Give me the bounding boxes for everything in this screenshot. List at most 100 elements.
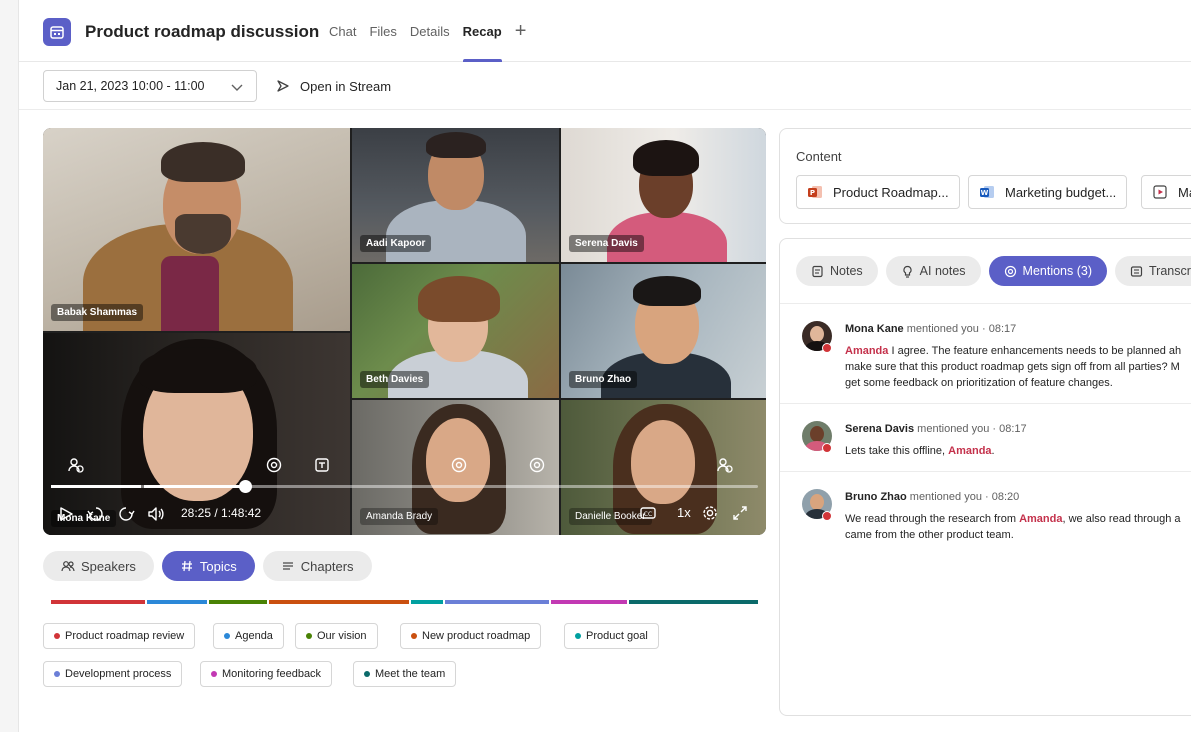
mention-text-line: .	[991, 445, 995, 457]
topic-label: Product goal	[586, 630, 648, 642]
topic-chip[interactable]: Agenda	[213, 623, 284, 649]
ai-notes-tab[interactable]: AI notes	[885, 256, 981, 286]
participant-tile: Beth Davies	[352, 264, 559, 398]
timeline-segment[interactable]	[445, 600, 549, 604]
topics-filter-label: Topics	[199, 558, 237, 574]
recording-player[interactable]: Babak Shammas Aadi Kapoor Serena Davis B…	[43, 128, 766, 535]
timeline-segment[interactable]	[51, 600, 145, 604]
mention-marker-icon[interactable]	[265, 456, 283, 474]
captions-icon[interactable]: CC	[639, 504, 657, 522]
file-chip[interactable]: W Marketing budget...	[968, 175, 1128, 209]
timeline-segment[interactable]	[269, 600, 409, 604]
timeline-segment[interactable]	[551, 600, 627, 604]
topic-dot	[364, 671, 370, 677]
speaker-marker-icon[interactable]	[67, 456, 85, 474]
speakers-filter-button[interactable]: Speakers	[43, 551, 154, 581]
caption-marker-icon[interactable]	[313, 456, 331, 474]
chapters-filter-label: Chapters	[300, 558, 354, 574]
seek-thumb[interactable]	[239, 480, 252, 493]
chevron-down-icon	[231, 84, 243, 91]
play-icon[interactable]	[57, 505, 75, 523]
meeting-tabs: Chat Files Details Recap +	[329, 0, 526, 62]
add-tab-button[interactable]: +	[515, 0, 527, 62]
participant-name: Babak Shammas	[51, 304, 144, 321]
svg-text:P: P	[810, 189, 815, 197]
participant-name: Serena Davis	[569, 235, 644, 252]
mention-badge-icon	[822, 343, 832, 353]
topic-chip[interactable]: Meet the team	[353, 661, 457, 687]
topic-chip[interactable]: Development process	[43, 661, 183, 687]
settings-gear-icon[interactable]	[701, 504, 719, 522]
tab-chat[interactable]: Chat	[329, 0, 356, 62]
people-icon	[61, 561, 75, 572]
tab-files[interactable]: Files	[369, 0, 396, 62]
content-panel: Content P Product Roadmap... W Marketing…	[779, 128, 1191, 224]
file-chip[interactable]: Ma	[1141, 175, 1191, 209]
timeline-segment[interactable]	[147, 600, 207, 604]
mention-time: 08:17	[999, 423, 1027, 435]
participant-name: Amanda Brady	[360, 508, 439, 525]
mentions-tab[interactable]: Mentions (3)	[988, 256, 1108, 286]
topic-label: Development process	[65, 668, 172, 680]
mention-marker-icon[interactable]	[450, 456, 468, 474]
topic-chip[interactable]: Our vision	[295, 623, 378, 649]
topic-timeline[interactable]	[51, 600, 758, 604]
date-range-dropdown[interactable]: Jan 21, 2023 10:00 - 11:00	[43, 70, 257, 102]
tab-details[interactable]: Details	[410, 0, 450, 62]
rewind-10-icon[interactable]	[87, 505, 105, 523]
divider	[780, 303, 1191, 304]
mention-marker-icon[interactable]	[528, 456, 546, 474]
speaker-marker-icon[interactable]	[716, 456, 734, 474]
svg-text:CC: CC	[644, 511, 652, 518]
topics-filter-button[interactable]: Topics	[161, 551, 255, 581]
mention-text-line: came from the other product team.	[845, 529, 1014, 541]
mention-author: Bruno Zhao	[845, 491, 907, 503]
file-name: Marketing budget...	[1005, 184, 1117, 200]
playback-speed-button[interactable]: 1x	[677, 505, 691, 520]
mention-header: Mona Kane mentioned you · 08:17	[845, 323, 1017, 335]
word-icon: W	[980, 186, 994, 198]
seek-bar[interactable]	[51, 485, 758, 488]
mention-tag[interactable]: Amanda	[845, 345, 888, 357]
progress-fill	[51, 485, 141, 488]
mention-tag[interactable]: Amanda	[948, 445, 991, 457]
topic-label: Agenda	[235, 630, 273, 642]
ai-notes-icon	[903, 265, 912, 278]
forward-10-icon[interactable]	[117, 505, 135, 523]
notes-icon	[812, 265, 823, 277]
file-name: Ma	[1178, 184, 1191, 200]
tab-recap[interactable]: Recap	[462, 0, 502, 62]
topic-chip[interactable]: Product goal	[564, 623, 659, 649]
fullscreen-icon[interactable]	[731, 504, 749, 522]
timeline-segment[interactable]	[629, 600, 758, 604]
speakers-filter-label: Speakers	[81, 558, 136, 574]
topic-chip[interactable]: Product roadmap review	[43, 623, 196, 649]
mention-text-line: , we also read through a	[1062, 513, 1181, 525]
progress-fill	[144, 485, 247, 488]
volume-icon[interactable]	[147, 505, 165, 523]
divider	[780, 471, 1191, 472]
timeline-segment[interactable]	[411, 600, 443, 604]
notes-tab[interactable]: Notes	[796, 256, 878, 286]
participant-tile: Babak Shammas	[43, 128, 350, 331]
topic-chip[interactable]: New product roadmap	[400, 623, 542, 649]
participant-name: Beth Davies	[360, 371, 430, 388]
notes-tab-label: Notes	[830, 264, 863, 278]
open-in-stream-button[interactable]: Open in Stream	[275, 70, 391, 102]
chapters-filter-button[interactable]: Chapters	[262, 551, 372, 581]
timeline-segment[interactable]	[209, 600, 267, 604]
topic-dot	[211, 671, 217, 677]
mention-item[interactable]: Bruno Zhao mentioned you · 08:20 We read…	[780, 487, 1191, 547]
mention-tag[interactable]: Amanda	[1019, 513, 1062, 525]
topic-chip[interactable]: Monitoring feedback	[200, 661, 333, 687]
mention-action: mentioned you	[909, 491, 982, 503]
topic-dot	[575, 633, 581, 639]
mention-item[interactable]: Mona Kane mentioned you · 08:17 Amanda I…	[780, 319, 1191, 395]
at-icon	[1004, 265, 1016, 277]
recap-toolbar: Jan 21, 2023 10:00 - 11:00 Open in Strea…	[19, 62, 1191, 110]
mention-item[interactable]: Serena Davis mentioned you · 08:17 Lets …	[780, 419, 1191, 463]
powerpoint-icon: P	[808, 186, 822, 198]
transcript-tab[interactable]: Transcr	[1115, 256, 1191, 286]
list-icon	[282, 562, 293, 570]
file-chip[interactable]: P Product Roadmap...	[796, 175, 960, 209]
